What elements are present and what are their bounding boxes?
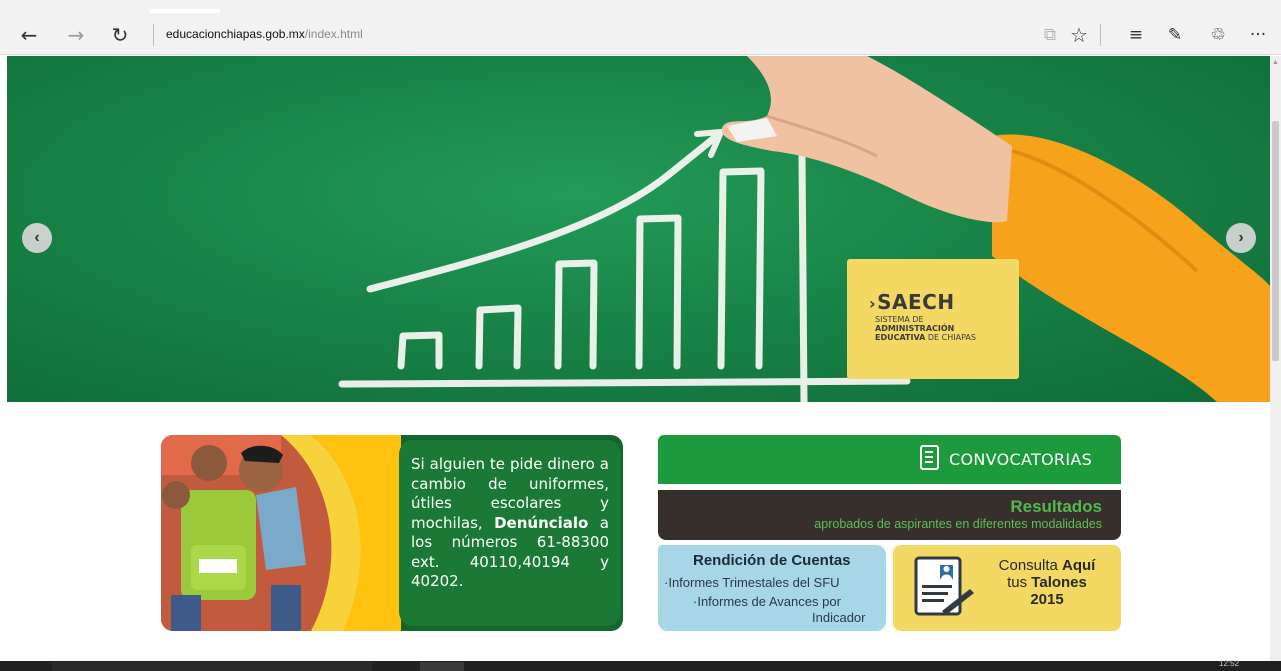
- saech-tagline-3: EDUCATIVA DE CHIAPAS: [875, 333, 976, 342]
- address-bar[interactable]: educacionchiapas.gob.mx/index.html: [166, 27, 363, 41]
- carousel-prev-button[interactable]: ‹: [22, 223, 52, 253]
- arrow-left-icon: ←: [20, 23, 38, 47]
- convocatorias-button[interactable]: CONVOCATORIAS: [658, 435, 1121, 484]
- informes-avances-link-line2[interactable]: Indicador: [812, 610, 865, 625]
- chevron-right-icon: ›: [1238, 229, 1244, 246]
- back-button[interactable]: ←: [16, 22, 42, 48]
- tab-strip: [0, 0, 1281, 13]
- refresh-icon: ↻: [111, 23, 129, 47]
- page-content: ‹ › ›SAECH SISTEMA DE ADMINISTRACIÓN EDU…: [0, 56, 1270, 661]
- url-domain: educacionchiapas.gob.mx: [166, 27, 305, 41]
- denuncia-message: Si alguien te pide dinero a cambio de un…: [399, 440, 621, 626]
- children-photo-illustration: [161, 435, 401, 631]
- resultados-subtitle: aprobados de aspirantes en diferentes mo…: [814, 517, 1102, 531]
- talones-text: Consulta Aquí tus Talones 2015: [998, 557, 1096, 608]
- share-icon: ♲: [1210, 25, 1226, 45]
- taskbar-app[interactable]: [420, 662, 464, 671]
- toolbar-separator: [1100, 24, 1101, 46]
- share-button[interactable]: ♲: [1204, 22, 1232, 48]
- address-separator: [153, 24, 154, 46]
- carousel-next-button[interactable]: ›: [1226, 223, 1256, 253]
- informes-trimestrales-link[interactable]: ·Informes Trimestales del SFU: [664, 575, 840, 590]
- resultados-title: Resultados: [1010, 497, 1102, 516]
- hero-carousel[interactable]: ‹ › ›SAECH SISTEMA DE ADMINISTRACIÓN EDU…: [7, 56, 1270, 402]
- informes-avances-link[interactable]: ·Informes de Avances por: [693, 594, 841, 609]
- resultados-banner[interactable]: Resultados aprobados de aspirantes en di…: [658, 490, 1121, 540]
- taskbar-search[interactable]: [52, 662, 372, 671]
- saech-brand: ›SAECH: [869, 290, 955, 314]
- saech-logo-card: ›SAECH SISTEMA DE ADMINISTRACIÓN EDUCATI…: [847, 259, 1019, 379]
- os-taskbar: 12:52: [0, 659, 1281, 671]
- denuncia-card[interactable]: Si alguien te pide dinero a cambio de un…: [161, 435, 623, 631]
- chevron-left-icon: ‹: [34, 229, 40, 246]
- url-path: /index.html: [304, 27, 363, 41]
- more-icon: ···: [1249, 25, 1267, 45]
- favorite-button[interactable]: ☆: [1065, 22, 1093, 48]
- saech-tagline-2: ADMINISTRACIÓN: [875, 324, 955, 333]
- hub-icon: ≡: [1128, 25, 1144, 45]
- active-tab[interactable]: [150, 9, 220, 13]
- web-note-icon: ✎: [1167, 25, 1183, 45]
- chalk-growth-chart-illustration: [338, 56, 1270, 402]
- forward-button[interactable]: →: [63, 22, 89, 48]
- book-icon: ⧉: [1043, 25, 1057, 45]
- hub-button[interactable]: ≡: [1122, 22, 1150, 48]
- scroll-thumb[interactable]: [1272, 121, 1279, 361]
- browser-toolbar: ← → ↻ educacionchiapas.gob.mx/index.html…: [0, 0, 1281, 55]
- convocatorias-label: CONVOCATORIAS: [949, 450, 1093, 469]
- arrow-right-icon: →: [67, 23, 85, 47]
- reading-view-button[interactable]: ⧉: [1036, 22, 1064, 48]
- talones-card[interactable]: Consulta Aquí tus Talones 2015: [893, 545, 1121, 631]
- form-pen-icon: [914, 556, 974, 616]
- rendicion-title: Rendición de Cuentas: [693, 552, 851, 569]
- page-scrollbar[interactable]: ▲: [1270, 56, 1281, 661]
- rendicion-cuentas-card: Rendición de Cuentas ·Informes Trimestal…: [658, 545, 886, 631]
- document-icon: [920, 445, 939, 470]
- web-note-button[interactable]: ✎: [1161, 22, 1189, 48]
- saech-tagline-1: SISTEMA DE: [875, 315, 924, 324]
- refresh-button[interactable]: ↻: [107, 22, 133, 48]
- taskbar-clock: 12:52: [1219, 659, 1240, 668]
- scroll-up-icon[interactable]: ▲: [1272, 59, 1279, 66]
- star-icon: ☆: [1070, 23, 1088, 47]
- more-button[interactable]: ···: [1244, 22, 1272, 48]
